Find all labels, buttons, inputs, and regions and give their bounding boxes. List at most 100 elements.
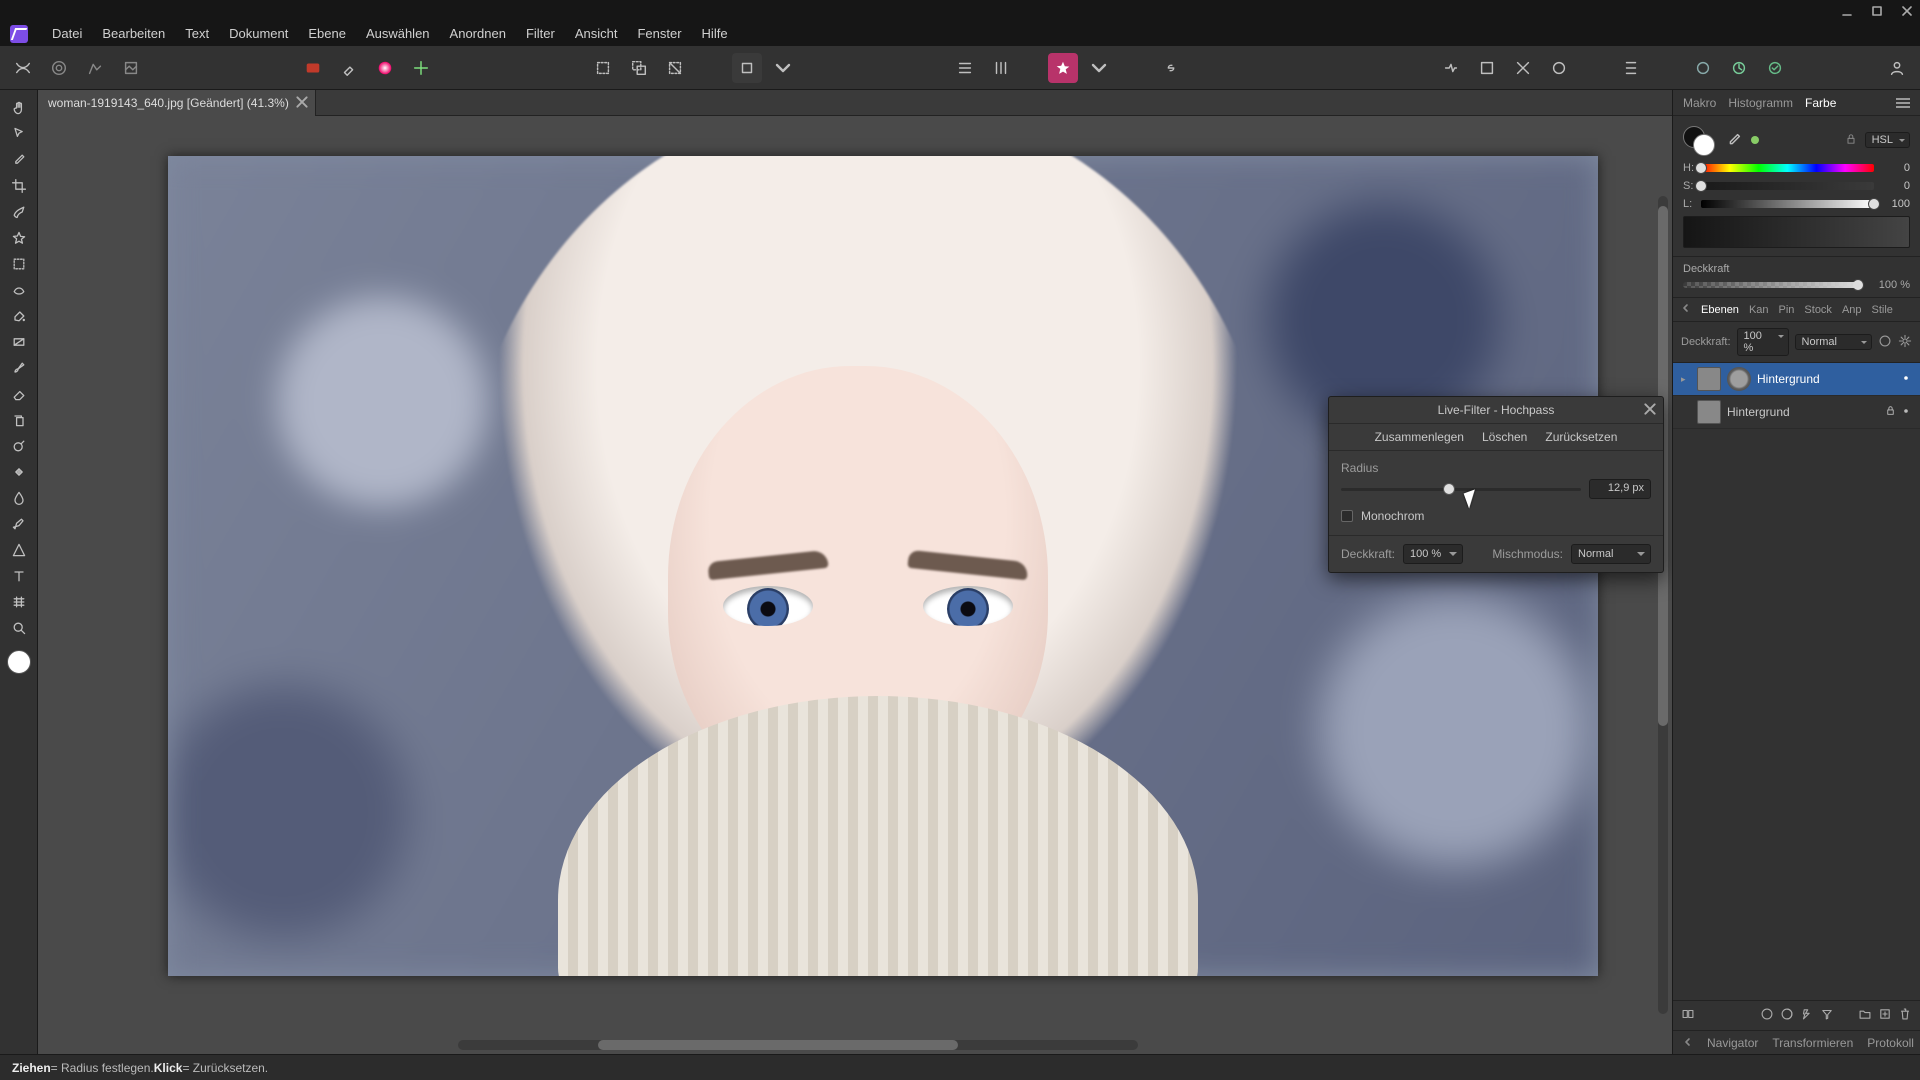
snap-options-1[interactable] bbox=[1472, 53, 1502, 83]
layer-expand-icon[interactable]: ▸ bbox=[1681, 374, 1691, 385]
add-adjustment-icon[interactable] bbox=[1780, 1007, 1794, 1024]
tool-shape[interactable] bbox=[5, 538, 33, 562]
menu-ebene[interactable]: Ebene bbox=[298, 22, 356, 46]
menu-dokument[interactable]: Dokument bbox=[219, 22, 298, 46]
tab-transformieren[interactable]: Transformieren bbox=[1772, 1036, 1853, 1050]
account-button[interactable] bbox=[1882, 53, 1912, 83]
brush-icon[interactable] bbox=[334, 53, 364, 83]
selection-subtract-icon[interactable] bbox=[660, 53, 690, 83]
tool-hand[interactable] bbox=[5, 96, 33, 120]
swatch-red-button[interactable] bbox=[298, 53, 328, 83]
persona-export-button[interactable] bbox=[116, 53, 146, 83]
layer-fx-icon[interactable] bbox=[1878, 334, 1892, 351]
sync-button-1[interactable] bbox=[1688, 53, 1718, 83]
add-group-icon[interactable] bbox=[1858, 1007, 1872, 1024]
arrange-horizontal-icon[interactable] bbox=[950, 53, 980, 83]
window-maximize-button[interactable] bbox=[1870, 4, 1884, 18]
document-tab[interactable]: woman-1919143_640.jpg [Geändert] (41.3%) bbox=[38, 90, 316, 116]
tool-pen[interactable] bbox=[5, 512, 33, 536]
tool-eraser[interactable] bbox=[5, 382, 33, 406]
dialog-close-button[interactable] bbox=[1643, 402, 1657, 416]
layer-gear-icon[interactable] bbox=[1898, 334, 1912, 351]
tab-ebenen[interactable]: Ebenen bbox=[1701, 304, 1739, 316]
selection-add-icon[interactable] bbox=[624, 53, 654, 83]
layer-visible-icon[interactable] bbox=[1900, 405, 1912, 420]
add-layer-icon[interactable] bbox=[1878, 1007, 1892, 1024]
menu-auswaehlen[interactable]: Auswählen bbox=[356, 22, 440, 46]
opacity-slider[interactable] bbox=[1683, 282, 1860, 288]
tab-stock[interactable]: Stock bbox=[1804, 304, 1832, 316]
tool-zoom[interactable] bbox=[5, 616, 33, 640]
tool-gradient[interactable] bbox=[5, 330, 33, 354]
persona-develop-button[interactable] bbox=[80, 53, 110, 83]
tool-marquee[interactable] bbox=[5, 252, 33, 276]
layer-name[interactable]: Hintergrund bbox=[1757, 372, 1894, 386]
tab-stile[interactable]: Stile bbox=[1872, 304, 1893, 316]
snap-options-2[interactable] bbox=[1508, 53, 1538, 83]
assistant-dropdown[interactable] bbox=[1084, 53, 1114, 83]
menu-anordnen[interactable]: Anordnen bbox=[440, 22, 516, 46]
tool-heal[interactable] bbox=[5, 460, 33, 484]
layer-thumb-size-icon[interactable] bbox=[1681, 1007, 1695, 1024]
tab-histogramm[interactable]: Histogramm bbox=[1728, 96, 1793, 110]
radius-slider[interactable] bbox=[1341, 482, 1581, 496]
add-fx-icon[interactable] bbox=[1800, 1007, 1814, 1024]
quick-mask-button[interactable] bbox=[732, 53, 762, 83]
window-minimize-button[interactable] bbox=[1840, 4, 1854, 18]
tab-farbe[interactable]: Farbe bbox=[1805, 96, 1836, 110]
layer-visible-icon[interactable] bbox=[1900, 372, 1912, 387]
sync-button-2[interactable] bbox=[1724, 53, 1754, 83]
document-tab-close[interactable] bbox=[295, 95, 309, 109]
window-close-button[interactable] bbox=[1900, 4, 1914, 18]
quick-mask-dropdown[interactable] bbox=[768, 53, 798, 83]
dialog-delete-button[interactable]: Löschen bbox=[1482, 430, 1527, 444]
radius-value-input[interactable]: 12,9 px bbox=[1589, 479, 1651, 499]
dialog-merge-button[interactable]: Zusammenlegen bbox=[1375, 430, 1464, 444]
foreground-color-swatch[interactable] bbox=[7, 650, 31, 674]
viewport[interactable]: Live-Filter - Hochpass Zusammenlegen Lös… bbox=[38, 116, 1672, 1054]
dialog-reset-button[interactable]: Zurücksetzen bbox=[1545, 430, 1617, 444]
menu-datei[interactable]: Datei bbox=[42, 22, 92, 46]
add-live-filter-icon[interactable] bbox=[1820, 1007, 1834, 1024]
persona-photo-button[interactable] bbox=[8, 53, 38, 83]
auto-levels-icon[interactable] bbox=[406, 53, 436, 83]
tab-pin[interactable]: Pin bbox=[1779, 304, 1795, 316]
viewport-vertical-scrollbar[interactable] bbox=[1658, 196, 1668, 1014]
tab-makro[interactable]: Makro bbox=[1683, 96, 1716, 110]
dialog-opacity-select[interactable]: 100 % bbox=[1403, 544, 1463, 564]
dialog-blendmode-select[interactable]: Normal bbox=[1571, 544, 1651, 564]
tab-kan[interactable]: Kan bbox=[1749, 304, 1769, 316]
menu-hilfe[interactable]: Hilfe bbox=[692, 22, 738, 46]
opacity-value[interactable]: 100 % bbox=[1866, 279, 1910, 291]
layer-row[interactable]: Hintergrund bbox=[1673, 396, 1920, 429]
snap-options-3[interactable] bbox=[1544, 53, 1574, 83]
tab-navigator[interactable]: Navigator bbox=[1707, 1036, 1758, 1050]
layer-blendmode-select[interactable]: Normal bbox=[1795, 334, 1872, 350]
tool-fill[interactable] bbox=[5, 304, 33, 328]
persona-liquify-button[interactable] bbox=[44, 53, 74, 83]
menu-text[interactable]: Text bbox=[175, 22, 219, 46]
layer-lock-icon[interactable] bbox=[1885, 405, 1896, 420]
tool-selection-brush[interactable] bbox=[5, 200, 33, 224]
dialog-title[interactable]: Live-Filter - Hochpass bbox=[1329, 397, 1663, 424]
monochrome-checkbox[interactable] bbox=[1341, 510, 1353, 522]
menu-fenster[interactable]: Fenster bbox=[627, 22, 691, 46]
color-panel-menu-icon[interactable] bbox=[1896, 98, 1910, 108]
eyedropper-icon[interactable] bbox=[1725, 131, 1743, 149]
tool-freehand[interactable] bbox=[5, 278, 33, 302]
assistant-button[interactable] bbox=[1048, 53, 1078, 83]
delete-layer-icon[interactable] bbox=[1898, 1007, 1912, 1024]
menu-ansicht[interactable]: Ansicht bbox=[565, 22, 628, 46]
sat-slider[interactable] bbox=[1701, 182, 1874, 190]
tool-text[interactable] bbox=[5, 564, 33, 588]
add-mask-icon[interactable] bbox=[1760, 1007, 1774, 1024]
tool-brush[interactable] bbox=[5, 356, 33, 380]
color-wheel-icon[interactable] bbox=[370, 53, 400, 83]
h-value[interactable]: 0 bbox=[1880, 162, 1910, 174]
viewport-horizontal-scrollbar[interactable] bbox=[458, 1040, 1138, 1050]
live-filter-dialog[interactable]: Live-Filter - Hochpass Zusammenlegen Lös… bbox=[1328, 396, 1664, 573]
tool-color-picker[interactable] bbox=[5, 148, 33, 172]
menu-bearbeiten[interactable]: Bearbeiten bbox=[92, 22, 175, 46]
snap-button[interactable] bbox=[1436, 53, 1466, 83]
tab-anp[interactable]: Anp bbox=[1842, 304, 1862, 316]
